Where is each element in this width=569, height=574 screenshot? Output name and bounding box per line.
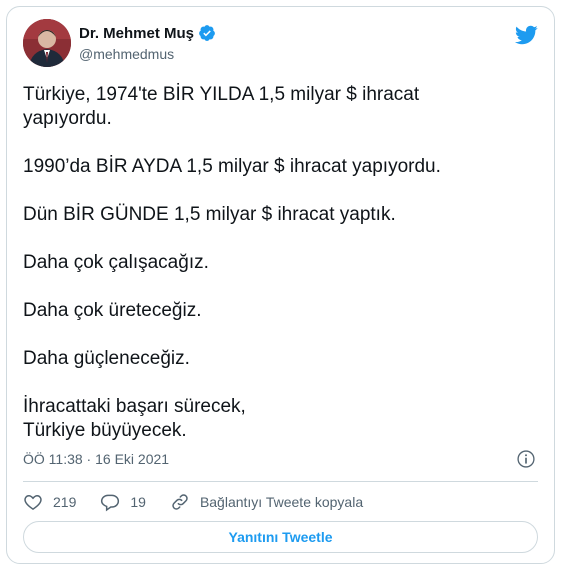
copy-link-button[interactable]: Bağlantıyı Tweete kopyala bbox=[170, 492, 363, 512]
twitter-bird-icon[interactable] bbox=[514, 23, 538, 47]
divider bbox=[23, 481, 538, 482]
verified-badge-icon bbox=[199, 25, 215, 41]
like-count: 219 bbox=[53, 494, 77, 510]
avatar-image bbox=[23, 19, 71, 67]
tweet-paragraph: Dün BİR GÜNDE 1,5 milyar $ ihracat yaptı… bbox=[23, 204, 396, 225]
author-name[interactable]: Dr. Mehmet Muş bbox=[79, 25, 194, 42]
author-handle[interactable]: @mehmedmus bbox=[79, 46, 174, 62]
reply-icon bbox=[101, 494, 120, 512]
heart-icon bbox=[24, 494, 42, 510]
tweet-paragraph: Türkiye, 1974'te BİR YILDA 1,5 milyar $ … bbox=[23, 84, 420, 129]
tweet-paragraph: Daha çok çalışacağız. bbox=[23, 252, 209, 273]
copy-link-label: Bağlantıyı Tweete kopyala bbox=[199, 494, 364, 510]
like-button[interactable]: 219 bbox=[23, 492, 76, 512]
link-icon bbox=[172, 494, 188, 510]
tweet-paragraph: Daha güçleneceğiz. bbox=[23, 348, 190, 369]
author-name-row[interactable]: Dr. Mehmet Muş bbox=[79, 24, 216, 42]
tweet-paragraph: Daha çok üreteceğiz. bbox=[23, 300, 202, 321]
tweet-your-reply-button[interactable]: Yanıtını Tweetle bbox=[23, 521, 538, 553]
tweet-card: Dr. Mehmet Muş @mehmedmus Türkiye, 1974'… bbox=[6, 6, 555, 564]
avatar[interactable] bbox=[23, 19, 71, 67]
tweet-actions: 219 19 Bağlantıyı Tweete kopyala bbox=[23, 489, 387, 515]
reply-count: 19 bbox=[130, 494, 146, 510]
tweet-timestamp[interactable]: ÖÖ 11:38 · 16 Eki 2021 bbox=[23, 451, 169, 467]
tweet-paragraph: 1990’da BİR AYDA 1,5 milyar $ ihracat ya… bbox=[23, 156, 441, 177]
reply-button[interactable]: 19 bbox=[100, 492, 146, 512]
tweet-paragraph: İhracattaki başarı sürecek, Türkiye büyü… bbox=[23, 396, 246, 441]
info-icon[interactable] bbox=[516, 449, 536, 469]
tweet-text: Türkiye, 1974'te BİR YILDA 1,5 milyar $ … bbox=[23, 83, 543, 467]
